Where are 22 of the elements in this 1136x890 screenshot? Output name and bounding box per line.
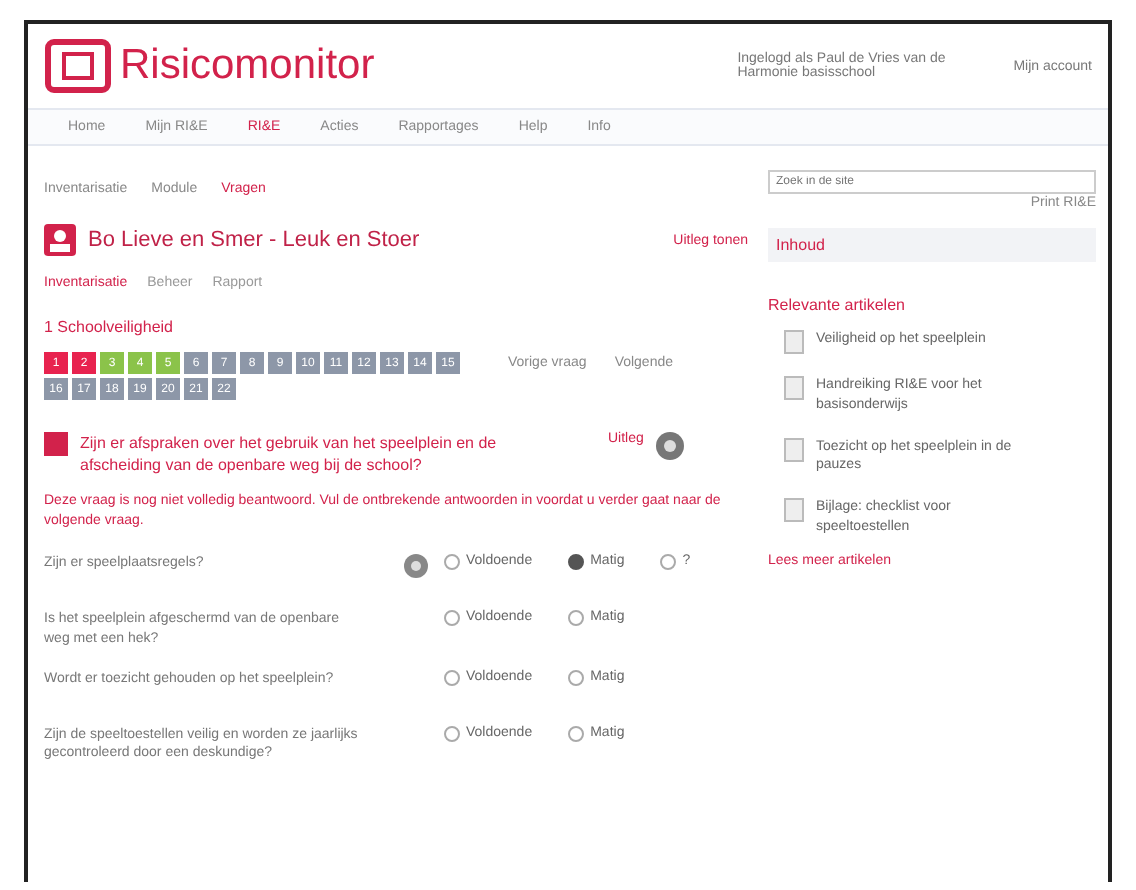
radio-button[interactable]	[568, 553, 585, 570]
document-icon	[784, 498, 804, 523]
articles-heading: Relevante artikelen	[768, 296, 907, 314]
radio-button[interactable]	[444, 669, 460, 686]
radio-button[interactable]	[444, 553, 460, 570]
section-heading: 1 Schoolveiligheid	[44, 318, 175, 336]
radio-button[interactable]	[444, 725, 460, 742]
radio-button[interactable]	[444, 609, 460, 626]
radio-button[interactable]	[568, 725, 585, 742]
radio-button[interactable]	[568, 609, 585, 626]
question-text: Zijn er afspraken over het gebruik van het speelplein en de afscheiding van de openbare weg bij de school?	[80, 432, 499, 477]
document-icon	[784, 437, 804, 462]
help-icon	[655, 432, 684, 460]
sidebar-heading: Inhoud	[768, 228, 1096, 262]
logo-icon	[44, 38, 112, 94]
user-icon	[44, 224, 76, 256]
radio-button[interactable]	[568, 669, 585, 686]
radio-button[interactable]	[660, 553, 677, 570]
page-title: Bo Lieve en Smer - Leuk en Stoer	[88, 228, 422, 252]
logo-text: Risicomonitor	[120, 42, 375, 90]
document-icon	[784, 330, 804, 354]
document-icon	[784, 376, 804, 400]
